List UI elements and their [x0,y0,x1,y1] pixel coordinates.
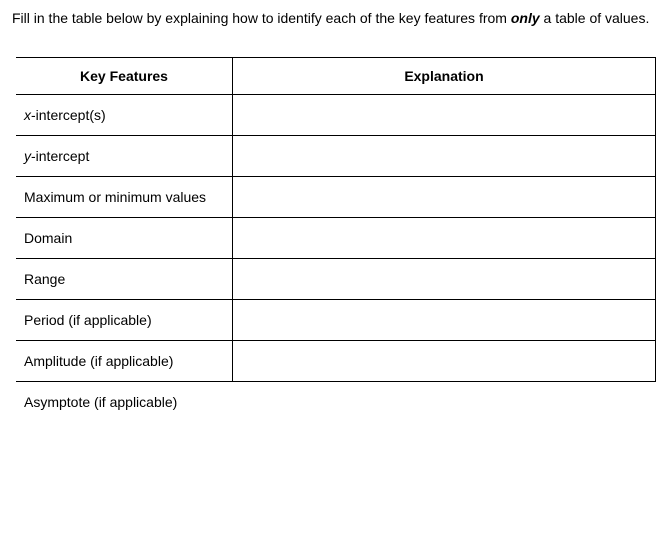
cell-feature: y-intercept [16,136,233,177]
cell-feature: Amplitude (if applicable) [16,341,233,382]
cell-feature: Maximum or minimum values [16,177,233,218]
cell-feature: Asymptote (if applicable) [16,382,233,423]
cell-explanation[interactable] [233,136,656,177]
instruction-emph: only [511,10,540,26]
table-row: x-intercept(s) [16,95,656,136]
feature-rest: Range [24,271,65,287]
cell-feature: x-intercept(s) [16,95,233,136]
header-explanation: Explanation [233,58,656,95]
instruction-post: a table of values. [540,10,650,26]
features-table: Key Features Explanation x-intercept(s) … [16,57,656,422]
cell-feature: Range [16,259,233,300]
cell-explanation[interactable] [233,341,656,382]
table-row: Domain [16,218,656,259]
var-letter: y [24,148,31,164]
cell-explanation[interactable] [233,95,656,136]
table-header-row: Key Features Explanation [16,58,656,95]
table-row: Range [16,259,656,300]
feature-rest: -intercept [31,148,89,164]
table-row: Amplitude (if applicable) [16,341,656,382]
header-key-features: Key Features [16,58,233,95]
table-row: Asymptote (if applicable) [16,382,656,423]
feature-rest: Domain [24,230,72,246]
var-letter: x [24,107,31,123]
cell-feature: Period (if applicable) [16,300,233,341]
table-row: y-intercept [16,136,656,177]
feature-rest: Amplitude (if applicable) [24,353,173,369]
feature-rest: Period (if applicable) [24,312,152,328]
cell-explanation[interactable] [233,382,656,423]
cell-explanation[interactable] [233,177,656,218]
table-row: Period (if applicable) [16,300,656,341]
feature-rest: Maximum or minimum values [24,189,206,205]
cell-explanation[interactable] [233,259,656,300]
feature-rest: Asymptote (if applicable) [24,394,177,410]
table-row: Maximum or minimum values [16,177,656,218]
cell-explanation[interactable] [233,300,656,341]
cell-explanation[interactable] [233,218,656,259]
instruction-text: Fill in the table below by explaining ho… [12,8,658,29]
cell-feature: Domain [16,218,233,259]
instruction-pre: Fill in the table below by explaining ho… [12,10,511,26]
feature-rest: -intercept(s) [31,107,106,123]
